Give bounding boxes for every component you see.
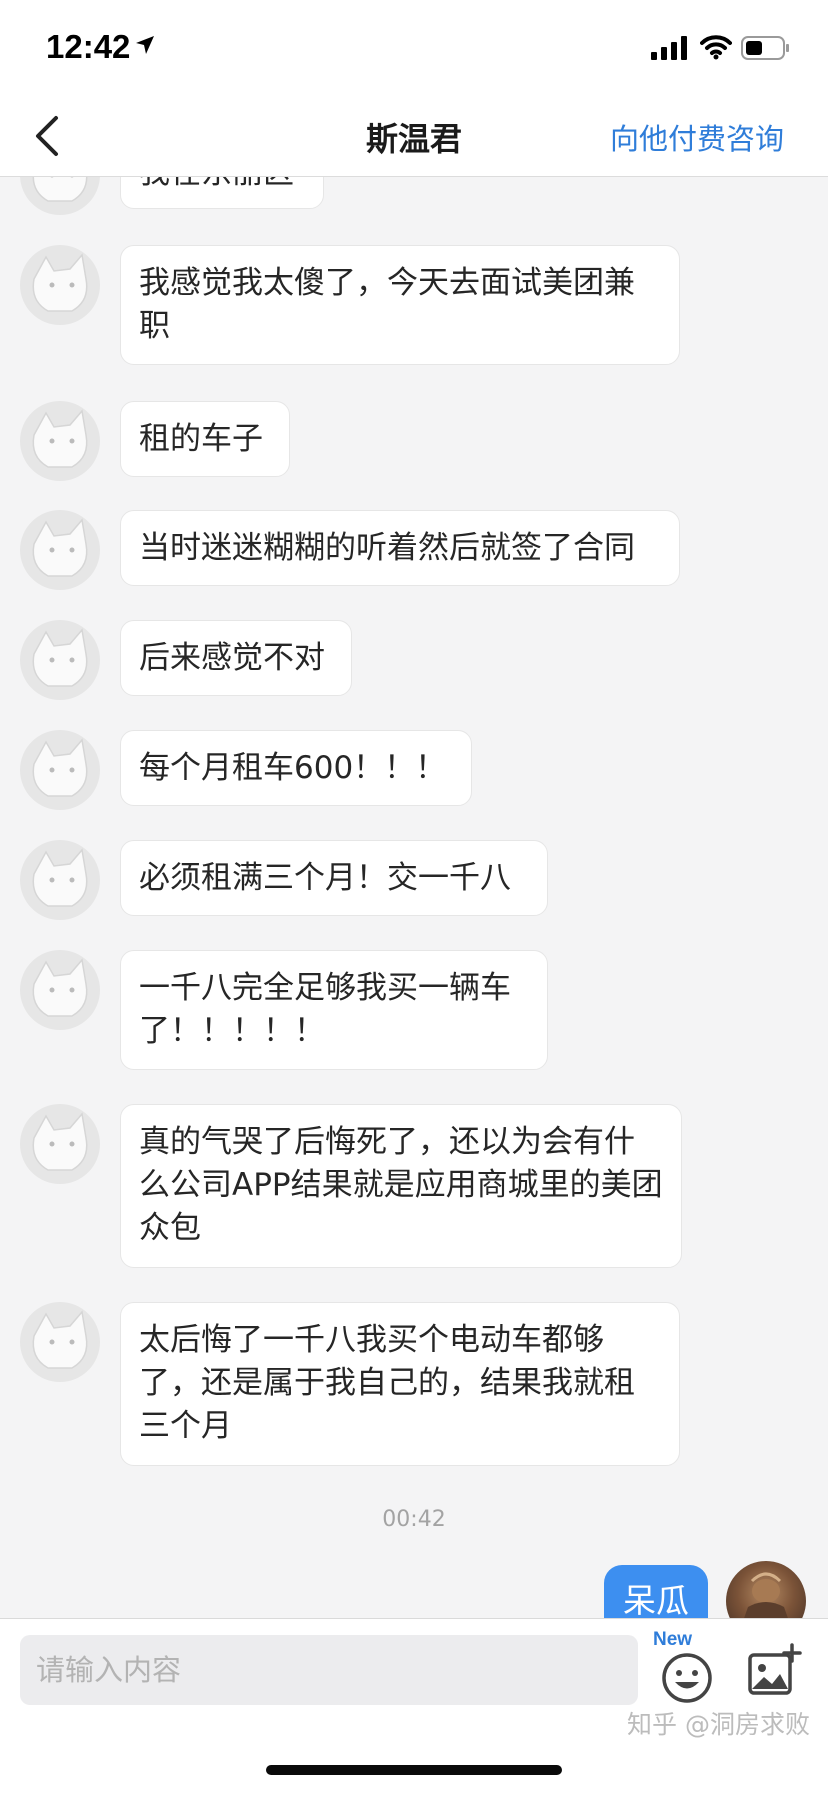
location-arrow-icon xyxy=(136,36,154,54)
avatar[interactable] xyxy=(20,840,100,920)
message-bubble: 租的车子 xyxy=(120,401,290,477)
default-avatar-icon xyxy=(32,848,88,907)
signal-icon xyxy=(651,36,687,60)
default-avatar-icon xyxy=(32,958,88,1017)
my-message-bubble: 呆瓜 xyxy=(604,1565,708,1619)
avatar[interactable] xyxy=(20,1104,100,1184)
avatar[interactable] xyxy=(20,177,100,215)
default-avatar-icon xyxy=(32,409,88,468)
home-indicator[interactable] xyxy=(266,1765,562,1775)
default-avatar-icon xyxy=(32,253,88,312)
message-bubble: 后来感觉不对 xyxy=(120,620,352,696)
input-bar: New 知乎 @洞房求败 xyxy=(0,1618,828,1793)
avatar[interactable] xyxy=(20,730,100,810)
message-bubble: 每个月租车600！！！ xyxy=(120,730,472,806)
new-badge: New xyxy=(653,1629,693,1650)
message-bubble: 一千八完全足够我买一辆车了！！！！！ xyxy=(120,950,548,1070)
watermark: 知乎 @洞房求败 xyxy=(627,1710,810,1739)
my-avatar-image xyxy=(743,1572,789,1619)
navigation-bar: 斯温君 向他付费咨询 xyxy=(0,96,828,177)
avatar[interactable] xyxy=(20,245,100,325)
default-avatar-icon xyxy=(32,1310,88,1369)
my-avatar[interactable] xyxy=(726,1561,806,1619)
message-bubble: 我感觉我太傻了，今天去面试美团兼职 xyxy=(120,245,680,365)
chat-area[interactable]: 我在东丽区 我感觉我太傻了，今天去面试美团兼职 租的车子 xyxy=(0,177,828,1619)
message-bubble: 我在东丽区 xyxy=(120,177,324,209)
add-image-icon[interactable] xyxy=(746,1643,802,1699)
message-bubble: 当时迷迷糊糊的听着然后就签了合同 xyxy=(120,510,680,586)
wifi-icon xyxy=(700,35,732,60)
message-bubble: 真的气哭了后悔死了，还以为会有什么公司APP结果就是应用商城里的美团众包 xyxy=(120,1104,682,1268)
battery-icon xyxy=(741,36,789,60)
status-time: 12:42 xyxy=(46,28,131,65)
avatar[interactable] xyxy=(20,950,100,1030)
avatar[interactable] xyxy=(20,1302,100,1382)
timestamp: 00:42 xyxy=(382,1507,446,1532)
default-avatar-icon xyxy=(32,518,88,577)
message-input[interactable] xyxy=(20,1635,638,1705)
status-bar: 12:42 xyxy=(0,0,828,96)
default-avatar-icon xyxy=(32,738,88,797)
emoji-icon[interactable] xyxy=(660,1651,714,1705)
avatar[interactable] xyxy=(20,620,100,700)
default-avatar-icon xyxy=(32,1112,88,1171)
default-avatar-icon xyxy=(32,177,88,202)
message-bubble: 太后悔了一千八我买个电动车都够了，还是属于我自己的，结果我就租三个月 xyxy=(120,1302,680,1466)
avatar[interactable] xyxy=(20,510,100,590)
avatar[interactable] xyxy=(20,401,100,481)
default-avatar-icon xyxy=(32,628,88,687)
message-bubble: 必须租满三个月！交一千八 xyxy=(120,840,548,916)
paid-consult-button[interactable]: 向他付费咨询 xyxy=(610,116,784,158)
